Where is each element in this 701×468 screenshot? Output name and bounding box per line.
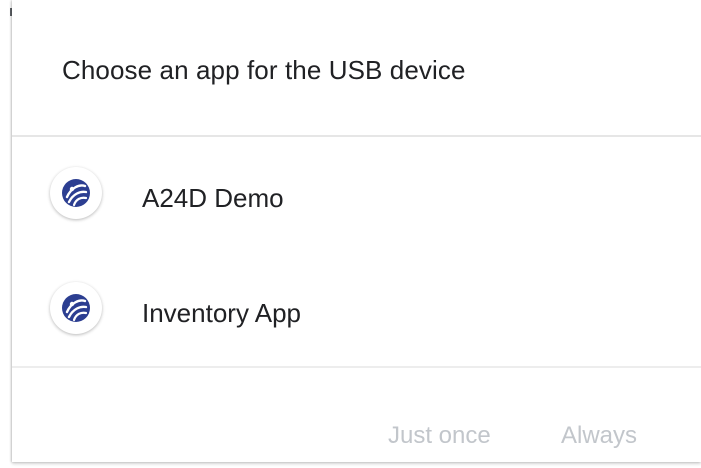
dialog-actions: Just once Always: [12, 368, 701, 462]
divider-top: [12, 135, 701, 137]
just-once-button[interactable]: Just once: [388, 422, 491, 450]
app-option-label: Inventory App: [142, 298, 301, 328]
dialog-title: Choose an app for the USB device: [62, 55, 466, 85]
always-button[interactable]: Always: [561, 422, 637, 450]
app-option-inventory-app[interactable]: Inventory App: [12, 254, 701, 364]
app-option-label: A24D Demo: [142, 183, 284, 213]
app-logo-icon: [50, 282, 102, 334]
app-logo-icon: [50, 167, 102, 219]
app-option-a24d-demo[interactable]: A24D Demo: [12, 139, 701, 249]
usb-app-chooser-dialog: Choose an app for the USB device A24D De…: [12, 0, 701, 462]
